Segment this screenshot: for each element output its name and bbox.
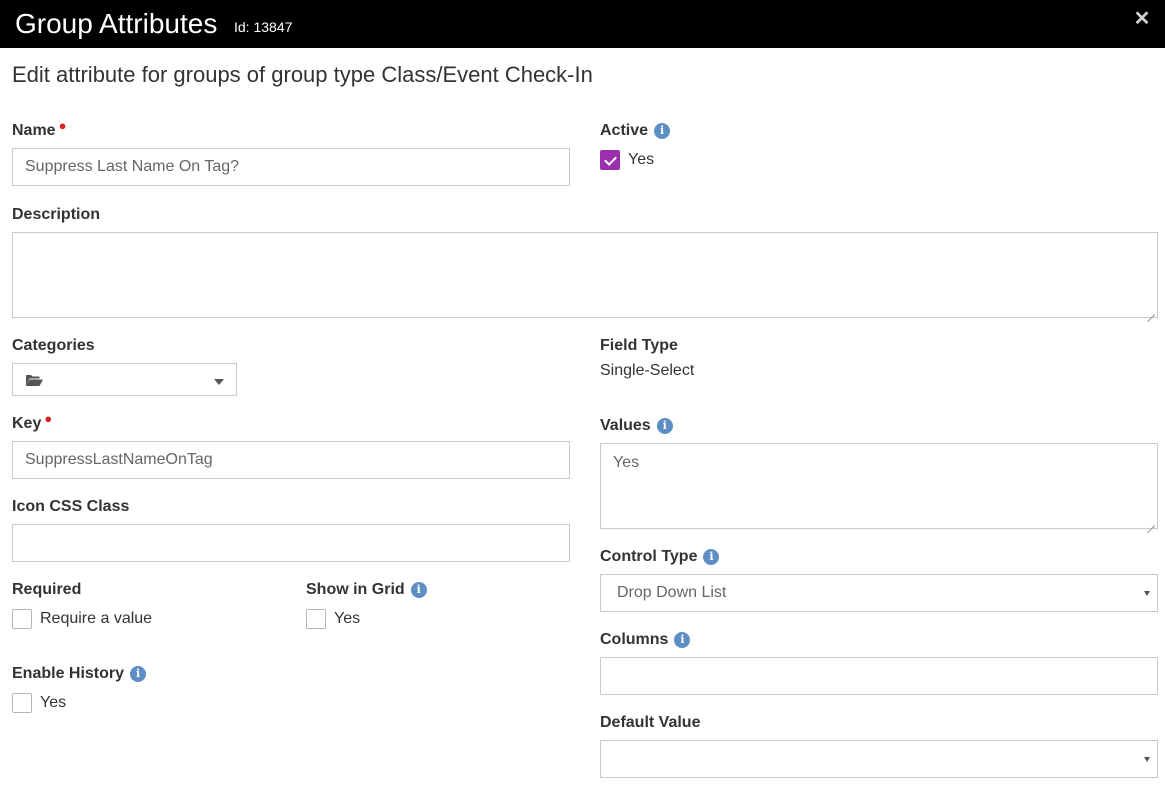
show-in-grid-checkbox[interactable] bbox=[306, 609, 326, 629]
resize-handle-icon[interactable] bbox=[1147, 307, 1155, 315]
required-checkbox[interactable] bbox=[12, 609, 32, 629]
description-textarea[interactable] bbox=[12, 232, 1158, 318]
enable-history-checkbox-label: Yes bbox=[40, 694, 67, 711]
info-icon[interactable]: i bbox=[703, 549, 720, 565]
chevron-down-icon bbox=[1144, 757, 1150, 762]
info-icon[interactable]: i bbox=[654, 123, 671, 139]
show-in-grid-label: Show in Grid i bbox=[306, 580, 427, 600]
info-icon[interactable]: i bbox=[130, 666, 147, 682]
enable-history-checkbox[interactable] bbox=[12, 693, 32, 713]
show-in-grid-checkbox-label: Yes bbox=[334, 610, 361, 627]
page-subtitle: Edit attribute for groups of group type … bbox=[12, 62, 593, 87]
chevron-down-icon bbox=[214, 379, 224, 385]
control-type-select[interactable]: Drop Down List bbox=[600, 574, 1158, 612]
required-label: Required bbox=[12, 581, 82, 598]
columns-label: Columns i bbox=[600, 630, 691, 650]
values-label: Values i bbox=[600, 416, 673, 436]
default-value-select[interactable] bbox=[600, 740, 1158, 778]
active-checkbox-label: Yes bbox=[628, 151, 655, 168]
required-marker: ● bbox=[58, 118, 67, 133]
resize-handle-icon[interactable] bbox=[1147, 518, 1155, 526]
key-label: Key ● bbox=[12, 411, 53, 432]
values-value: Yes bbox=[613, 454, 640, 471]
chevron-down-icon bbox=[1144, 591, 1150, 596]
active-label: Active i bbox=[600, 121, 671, 141]
categories-label: Categories bbox=[12, 337, 95, 354]
info-icon[interactable]: i bbox=[656, 418, 673, 434]
control-type-selected: Drop Down List bbox=[617, 584, 727, 601]
default-value-label: Default Value bbox=[600, 714, 701, 731]
columns-input[interactable] bbox=[600, 657, 1158, 695]
categories-picker[interactable] bbox=[12, 363, 237, 396]
name-label: Name ● bbox=[12, 118, 67, 139]
enable-history-label: Enable History i bbox=[12, 664, 147, 684]
icon-css-class-input[interactable] bbox=[12, 524, 570, 562]
folder-open-icon bbox=[26, 375, 43, 386]
control-type-label: Control Type i bbox=[600, 547, 720, 567]
key-input[interactable]: SuppressLastNameOnTag bbox=[12, 441, 570, 479]
icon-css-class-label: Icon CSS Class bbox=[12, 498, 130, 515]
modal-title: Group Attributes bbox=[15, 8, 218, 39]
name-input[interactable]: Suppress Last Name On Tag? bbox=[12, 148, 570, 186]
description-label: Description bbox=[12, 206, 101, 223]
required-marker: ● bbox=[44, 411, 53, 426]
info-icon[interactable]: i bbox=[674, 632, 691, 648]
modal-header: Group Attributes Id: 13847 ✕ bbox=[0, 0, 1165, 48]
active-checkbox[interactable] bbox=[600, 150, 620, 170]
attribute-id-label: Id: 13847 bbox=[234, 19, 293, 35]
field-type-value: Single-Select bbox=[600, 362, 695, 379]
required-checkbox-label: Require a value bbox=[40, 610, 153, 627]
values-textarea[interactable]: Yes bbox=[600, 443, 1158, 529]
info-icon[interactable]: i bbox=[410, 582, 427, 598]
field-type-label: Field Type bbox=[600, 337, 678, 354]
close-icon[interactable]: ✕ bbox=[1133, 9, 1151, 29]
